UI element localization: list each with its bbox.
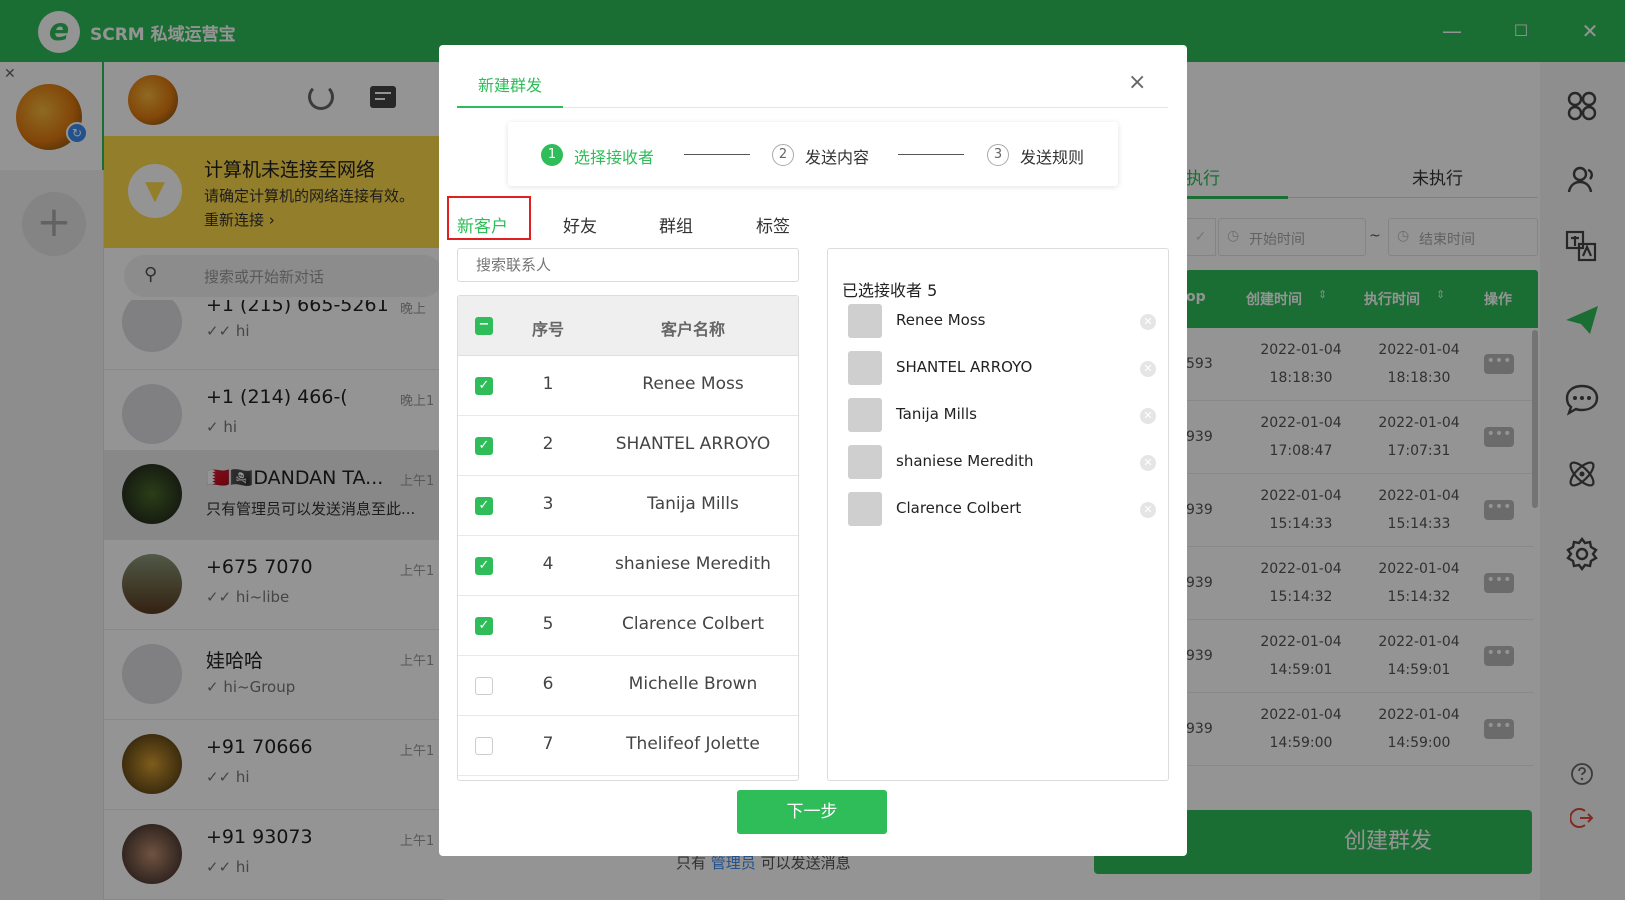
row-number: 6 <box>542 674 554 694</box>
dialog-close-button[interactable]: × <box>1128 70 1146 95</box>
remove-recipient-icon[interactable]: ✕ <box>1140 408 1156 424</box>
step-connector <box>898 154 964 155</box>
contact-search-input[interactable] <box>457 248 799 282</box>
person-avatar-icon <box>848 304 882 338</box>
remove-recipient-icon[interactable]: ✕ <box>1140 314 1156 330</box>
selected-recipient: Renee Moss ✕ <box>848 301 1156 341</box>
row-checkbox[interactable] <box>475 677 493 695</box>
selected-recipient-name: shaniese Meredith <box>896 452 1034 470</box>
step-1-number: 1 <box>541 144 563 166</box>
row-checkbox[interactable]: ✓ <box>475 557 493 575</box>
row-customer-name: Renee Moss <box>642 374 744 394</box>
selected-recipient: shaniese Meredith ✕ <box>848 442 1156 482</box>
row-customer-name: shaniese Meredith <box>615 554 771 574</box>
selected-recipient-name: Clarence Colbert <box>896 499 1022 517</box>
row-customer-name: Tanija Mills <box>647 494 739 514</box>
step-3-number: 3 <box>987 144 1009 166</box>
row-customer-name: Thelifeof Jolette <box>626 734 760 754</box>
tab-friends[interactable]: 好友 <box>563 212 597 237</box>
customer-row[interactable]: ✓ 3 Tanija Mills <box>458 476 798 536</box>
row-number: 4 <box>542 554 554 574</box>
selected-recipient-name: Renee Moss <box>896 311 986 329</box>
selected-recipients-panel: 已选接收者 5 Renee Moss ✕ SHANTEL ARROYO ✕ Ta… <box>827 248 1169 781</box>
row-number: 3 <box>542 494 554 514</box>
tab-groups[interactable]: 群组 <box>659 212 693 237</box>
row-customer-name: SHANTEL ARROYO <box>615 434 771 454</box>
row-number: 1 <box>542 374 554 394</box>
dialog-tab-title[interactable]: 新建群发 <box>478 72 542 96</box>
remove-recipient-icon[interactable]: ✕ <box>1140 502 1156 518</box>
customer-row[interactable]: ✓ 4 shaniese Meredith <box>458 536 798 596</box>
row-number: 7 <box>542 734 554 754</box>
person-avatar-icon <box>848 351 882 385</box>
customer-row[interactable]: ✓ 2 SHANTEL ARROYO <box>458 416 798 476</box>
row-number: 2 <box>542 434 554 454</box>
customer-row[interactable]: 7 Thelifeof Jolette <box>458 716 798 776</box>
person-avatar-icon <box>848 445 882 479</box>
dialog-tab-divider <box>563 107 1168 108</box>
step-2-number: 2 <box>772 144 794 166</box>
row-number: 5 <box>542 614 554 634</box>
row-customer-name: Clarence Colbert <box>622 614 764 634</box>
customer-table: − 序号 客户名称 ✓ 1 Renee Moss ✓ 2 SHANTEL ARR… <box>457 295 799 781</box>
row-checkbox[interactable]: ✓ <box>475 617 493 635</box>
customer-row[interactable]: 6 Michelle Brown <box>458 656 798 716</box>
step-3-label: 发送规则 <box>1020 148 1085 167</box>
selected-recipient: SHANTEL ARROYO ✕ <box>848 348 1156 388</box>
remove-recipient-icon[interactable]: ✕ <box>1140 361 1156 377</box>
row-checkbox[interactable]: ✓ <box>475 377 493 395</box>
selected-recipient: Clarence Colbert ✕ <box>848 489 1156 529</box>
stepper: 1 选择接收者 2 发送内容 3 发送规则 <box>508 122 1118 186</box>
tab-tags[interactable]: 标签 <box>756 212 790 237</box>
dialog-tab-underline <box>457 106 563 108</box>
customer-row[interactable]: ✓ 5 Clarence Colbert <box>458 596 798 656</box>
selected-recipient: Tanija Mills ✕ <box>848 395 1156 435</box>
next-step-button[interactable]: 下一步 <box>737 790 887 834</box>
column-number: 序号 <box>531 320 564 339</box>
column-customer-name: 客户名称 <box>660 320 725 339</box>
step-2-label: 发送内容 <box>805 148 870 167</box>
row-customer-name: Michelle Brown <box>628 674 758 694</box>
remove-recipient-icon[interactable]: ✕ <box>1140 455 1156 471</box>
customer-row[interactable]: ✓ 1 Renee Moss <box>458 356 798 416</box>
person-avatar-icon <box>848 398 882 432</box>
step-1-label: 选择接收者 <box>574 148 655 167</box>
customer-table-header: − 序号 客户名称 <box>458 296 798 356</box>
selected-recipient-name: SHANTEL ARROYO <box>896 358 1033 376</box>
row-checkbox[interactable]: ✓ <box>475 437 493 455</box>
row-checkbox[interactable]: ✓ <box>475 497 493 515</box>
selected-recipients-title: 已选接收者 5 <box>842 281 938 300</box>
row-checkbox[interactable] <box>475 737 493 755</box>
tab-new-customers[interactable]: 新客户 <box>457 212 508 237</box>
person-avatar-icon <box>848 492 882 526</box>
select-all-checkbox[interactable]: − <box>475 317 493 335</box>
step-connector <box>684 154 750 155</box>
selected-recipient-name: Tanija Mills <box>896 405 977 423</box>
